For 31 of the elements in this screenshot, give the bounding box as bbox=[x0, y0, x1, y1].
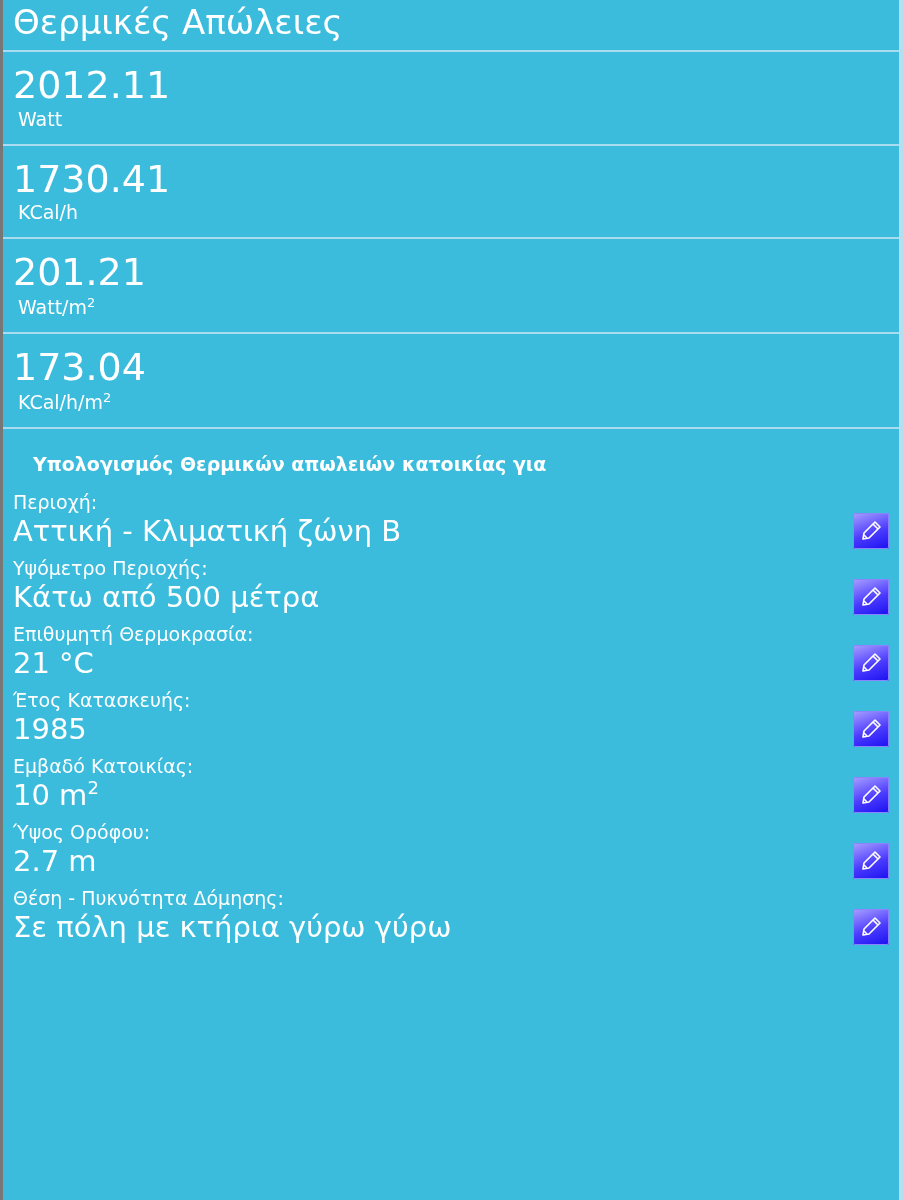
result-value: 173.04 bbox=[13, 346, 146, 391]
edit-button[interactable] bbox=[853, 909, 889, 946]
parameter-label: Θέση - Πυκνότητα Δόμησης: bbox=[13, 887, 284, 910]
edit-button[interactable] bbox=[853, 843, 889, 880]
parameter-label: Επιθυμητή Θερμοκρασία: bbox=[13, 623, 254, 646]
edit-button[interactable] bbox=[853, 711, 889, 748]
edit-button[interactable] bbox=[853, 579, 889, 616]
result-value: 1730.41 bbox=[13, 157, 171, 202]
result-value: 2012.11 bbox=[13, 64, 171, 108]
parameter-label: Περιοχή: bbox=[13, 491, 98, 514]
parameter-value: Αττική - Κλιματική ζώνη Β bbox=[13, 514, 402, 549]
parameter-label: Εμβαδό Κατοικίας: bbox=[13, 755, 194, 778]
edit-button[interactable] bbox=[853, 777, 889, 814]
parameter-value: Κάτω από 500 μέτρα bbox=[13, 580, 320, 615]
parameter-label: Ύψος Ορόφου: bbox=[13, 821, 151, 844]
result-unit: Watt/m$^{2}$ bbox=[18, 295, 96, 319]
parameter-value: Σε πόλη με κτήρια γύρω γύρω bbox=[13, 910, 452, 945]
result-unit: Watt bbox=[18, 107, 63, 130]
parameter-value: 10 m$^{2}$ bbox=[13, 778, 99, 813]
parameter-label: Έτος Κατασκευής: bbox=[13, 689, 191, 712]
result-value: 201.21 bbox=[13, 251, 146, 296]
page-title: Θερμικές Απώλειες bbox=[13, 2, 343, 42]
parameter-value: 21 °C bbox=[13, 646, 94, 681]
edit-button[interactable] bbox=[853, 513, 889, 550]
edit-button[interactable] bbox=[853, 645, 889, 682]
parameter-value: 2.7 m bbox=[13, 844, 97, 879]
result-unit: KCal/h/m$^{2}$ bbox=[18, 390, 112, 414]
parameter-label: Υψόμετρο Περιοχής: bbox=[13, 557, 208, 580]
section-heading: Υπολογισμός Θερμικών απωλειών κατοικίας για bbox=[32, 452, 548, 478]
result-unit: KCal/h bbox=[18, 201, 79, 224]
parameter-value: 1985 bbox=[13, 712, 87, 747]
